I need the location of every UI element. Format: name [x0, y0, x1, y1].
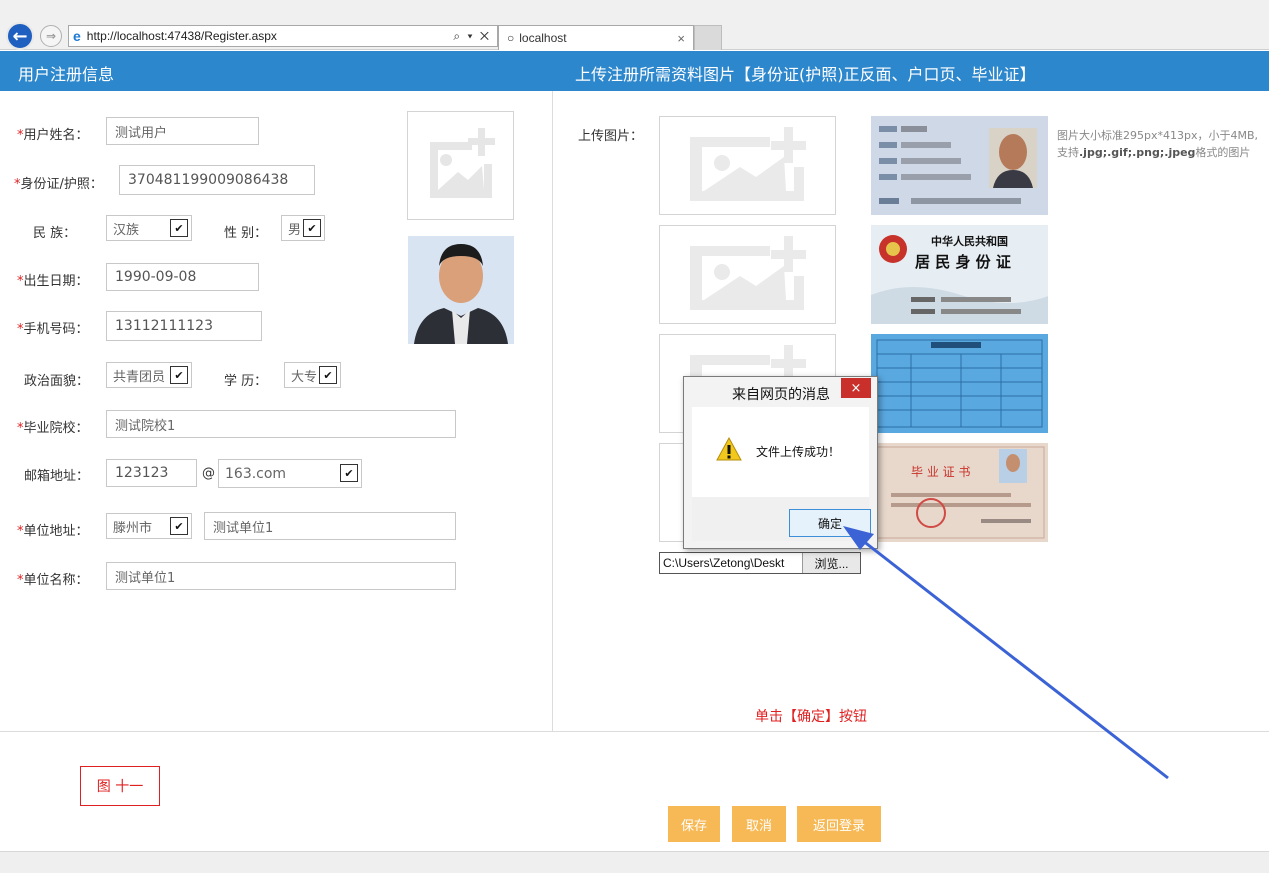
panel-divider	[552, 91, 553, 732]
browser-chrome: ← ⇒ e http://localhost:47438/Register.as…	[0, 0, 1269, 50]
hint-size: 图片大小标准295px*413px，小于4MB,	[1057, 129, 1259, 142]
birth-label: 出生日期：	[17, 270, 89, 289]
left-panel-title: 用户注册信息	[18, 65, 115, 84]
chevron-down-icon[interactable]: ✔	[303, 219, 321, 237]
chevron-down-icon[interactable]: ✔	[319, 366, 337, 384]
birth-input[interactable]: 1990-09-08	[106, 263, 259, 291]
instruction-text: 单击【确定】按钮	[755, 709, 867, 725]
url-text[interactable]: http://localhost:47438/Register.aspx	[87, 29, 454, 43]
address-city-value: 滕州市	[113, 520, 153, 536]
upload-slot-1[interactable]	[659, 116, 836, 215]
upload-label: 上传图片：	[578, 129, 644, 144]
dialog-message: 文件上传成功！	[756, 445, 841, 459]
address-city-select[interactable]: 滕州市 ✔	[106, 513, 192, 539]
school-input[interactable]: 测试院校1	[106, 410, 456, 438]
phone-input[interactable]: 13112111123	[106, 311, 262, 341]
content-bottom-divider	[0, 731, 1269, 732]
unit-input[interactable]: 测试单位1	[106, 562, 456, 590]
hint-suffix: 格式的图片	[1195, 146, 1251, 159]
diploma-image	[871, 443, 1048, 542]
hint-formats: .jpg;.gif;.png;.jpeg	[1079, 146, 1196, 159]
idcard-front-thumbnail	[871, 116, 1048, 215]
cancel-button[interactable]: 取消	[732, 806, 786, 842]
dialog-title: 来自网页的消息	[732, 387, 830, 403]
education-label: 学 历：	[224, 374, 268, 389]
browser-tab[interactable]: ○ localhost ×	[498, 25, 694, 50]
unit-label: 单位名称：	[17, 569, 89, 588]
new-tab-button[interactable]	[694, 25, 722, 50]
email-label: 邮箱地址：	[24, 469, 90, 484]
ethnicity-label: 民 族：	[33, 226, 77, 241]
name-input[interactable]: 测试用户	[106, 117, 259, 145]
politics-label: 政治面貌：	[24, 374, 90, 389]
dialog-titlebar[interactable]: 来自网页的消息 ×	[684, 377, 877, 407]
file-path-field[interactable]: C:\Users\Zetong\Deskt	[660, 556, 802, 570]
tab-title: localhost	[519, 31, 567, 45]
gender-select[interactable]: 男 ✔	[281, 215, 325, 241]
household-register-image	[871, 334, 1048, 433]
image-add-icon	[430, 128, 495, 198]
warning-icon	[716, 437, 742, 461]
diploma-thumbnail: 毕 业 证 书	[871, 443, 1048, 542]
forward-arrow-icon[interactable]: ⇒	[40, 25, 62, 47]
dialog-body: 文件上传成功！	[692, 407, 869, 497]
save-button[interactable]: 保存	[668, 806, 720, 842]
chevron-down-icon[interactable]: ✔	[170, 517, 188, 535]
close-icon[interactable]: ×	[841, 378, 871, 398]
header-bar: 用户注册信息 上传注册所需资料图片【身份证(护照)正反面、户口页、毕业证】	[0, 51, 1269, 91]
search-icon[interactable]: ⌕ ▾ ✕	[453, 29, 497, 44]
message-dialog: 来自网页的消息 × 文件上传成功！ 确定	[683, 376, 878, 549]
chevron-down-icon[interactable]: ✔	[170, 366, 188, 384]
tab-close-icon[interactable]: ×	[677, 31, 685, 46]
idcard-back-text-2: 居 民 身 份 证	[915, 253, 1011, 271]
gender-value: 男	[288, 222, 302, 238]
politics-value: 共青团员	[113, 369, 166, 385]
education-select[interactable]: 大专 ✔	[284, 362, 341, 388]
diploma-title: 毕 业 证 书	[911, 465, 971, 479]
file-picker[interactable]: C:\Users\Zetong\Deskt 浏览...	[659, 552, 861, 574]
gender-label: 性 别：	[224, 226, 268, 241]
idcard-back-text-1: 中华人民共和国	[931, 235, 1008, 248]
image-add-icon	[690, 236, 806, 310]
household-register-thumbnail	[871, 334, 1048, 433]
dialog-footer: 确定	[692, 497, 871, 541]
address-bar[interactable]: e http://localhost:47438/Register.aspx ⌕…	[68, 25, 498, 47]
back-to-login-button[interactable]: 返回登录	[797, 806, 881, 842]
address-input[interactable]: 测试单位1	[204, 512, 456, 540]
right-panel-title: 上传注册所需资料图片【身份证(护照)正反面、户口页、毕业证】	[575, 65, 1036, 84]
phone-label: 手机号码：	[17, 318, 89, 337]
status-bar	[0, 851, 1269, 873]
email-user-input[interactable]: 123123	[106, 459, 197, 487]
ie-logo-icon: e	[73, 28, 81, 44]
person-photo-icon	[408, 236, 514, 344]
chevron-down-icon[interactable]: ✔	[170, 219, 188, 237]
image-add-icon	[690, 127, 806, 201]
email-domain-select[interactable]: 163.com ✔	[218, 459, 362, 488]
email-at-sign: @	[202, 466, 215, 481]
ok-button[interactable]: 确定	[789, 509, 871, 537]
idcard-front-image	[871, 116, 1048, 215]
name-label: 用户姓名：	[17, 124, 89, 143]
avatar-upload-placeholder[interactable]	[407, 111, 514, 220]
address-label: 单位地址：	[17, 520, 89, 539]
school-label: 毕业院校：	[17, 417, 89, 436]
loading-icon: ○	[507, 31, 515, 45]
hint-formats-line: 支持.jpg;.gif;.png;.jpeg格式的图片	[1057, 144, 1269, 161]
back-arrow-icon[interactable]: ←	[6, 22, 34, 50]
upload-hint: 图片大小标准295px*413px，小于4MB, 支持.jpg;.gif;.pn…	[1057, 127, 1269, 161]
id-input[interactable]: 370481199009086438	[119, 165, 315, 195]
politics-select[interactable]: 共青团员 ✔	[106, 362, 192, 388]
browse-button[interactable]: 浏览...	[802, 553, 860, 573]
figure-label: 图 十一	[80, 766, 160, 806]
upload-slot-2[interactable]	[659, 225, 836, 324]
avatar-photo	[408, 236, 514, 344]
ethnicity-select[interactable]: 汉族 ✔	[106, 215, 192, 241]
ethnicity-value: 汉族	[113, 222, 140, 238]
hint-prefix: 支持	[1057, 146, 1079, 159]
email-domain-value: 163.com	[225, 465, 287, 482]
idcard-back-thumbnail: 中华人民共和国 居 民 身 份 证	[871, 225, 1048, 324]
chevron-down-icon[interactable]: ✔	[340, 464, 358, 482]
education-value: 大专	[291, 369, 318, 385]
id-label: 身份证/护照：	[14, 173, 103, 192]
